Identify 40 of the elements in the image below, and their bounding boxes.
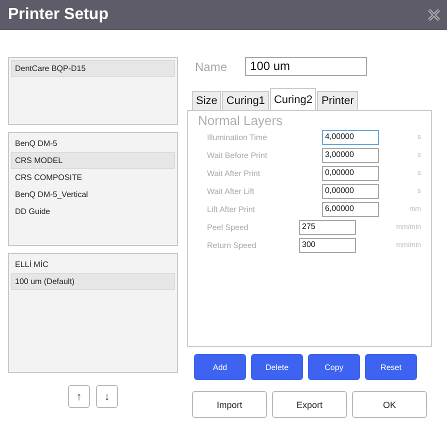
action-button[interactable]: Add xyxy=(194,354,246,380)
field-label: Wait Before Print xyxy=(207,150,268,160)
input-field[interactable]: 0,00000 xyxy=(322,166,379,180)
field-label: Wait After Print xyxy=(207,168,262,178)
action-button[interactable]: Copy xyxy=(308,354,360,380)
list-item[interactable]: CRS COMPOSITE xyxy=(11,169,175,186)
footer-button[interactable]: OK xyxy=(352,391,427,418)
section-title: Normal Layers xyxy=(198,113,284,128)
tab[interactable]: Curing2 xyxy=(270,88,316,111)
window-title: Printer Setup xyxy=(8,6,108,24)
tab[interactable]: Size xyxy=(192,91,222,111)
action-button[interactable]: Reset xyxy=(365,354,417,380)
name-label: Name xyxy=(195,60,228,74)
tab[interactable]: Curing1 xyxy=(222,91,269,111)
field-label: Wait After Lift xyxy=(207,186,256,196)
move-button[interactable]: ↑ xyxy=(68,385,90,408)
list-item[interactable]: 100 um (Default) xyxy=(11,273,175,290)
input-field[interactable]: 0,00000 xyxy=(322,184,379,198)
field-label: Lift After Print xyxy=(207,204,256,214)
field-label: Return Speed xyxy=(207,240,258,250)
list-item[interactable]: BenQ DM-5_Vertical xyxy=(11,186,175,203)
action-button[interactable]: Delete xyxy=(251,354,303,380)
list-item[interactable]: BenQ DM-5 xyxy=(11,135,175,152)
name-field[interactable]: 100 um xyxy=(245,57,368,76)
list-item[interactable]: ELLİ MİC xyxy=(11,256,175,273)
footer-button[interactable]: Import xyxy=(192,391,267,418)
list-item[interactable]: CRS MODEL xyxy=(11,152,175,169)
move-button[interactable]: ↓ xyxy=(96,385,118,408)
list-item[interactable]: DentCare BQP-D15 xyxy=(11,60,175,77)
field-label: Illumination Time xyxy=(207,132,268,142)
list-item[interactable]: DD Guide xyxy=(11,203,175,220)
input-field[interactable]: 4,00000 xyxy=(322,130,379,144)
input-field[interactable]: 275 xyxy=(299,220,356,234)
tab[interactable]: Printer xyxy=(317,91,358,111)
field-label: Peel Speed xyxy=(207,222,250,232)
input-field[interactable]: 6,00000 xyxy=(322,202,379,216)
close-icon[interactable] xyxy=(427,8,441,22)
footer-button[interactable]: Export xyxy=(272,391,347,418)
input-field[interactable]: 300 xyxy=(299,238,356,252)
input-field[interactable]: 3,00000 xyxy=(322,148,379,162)
